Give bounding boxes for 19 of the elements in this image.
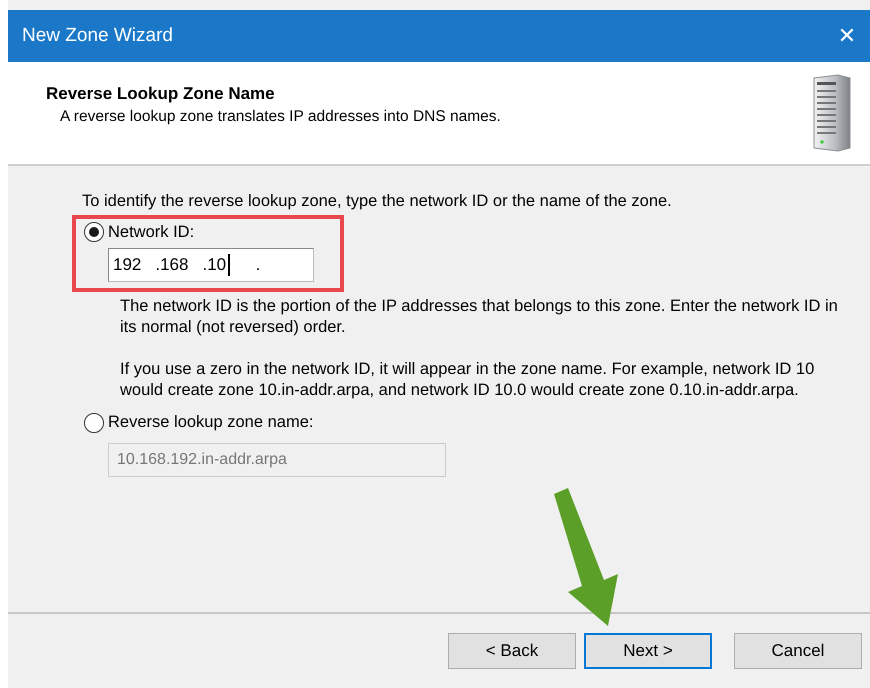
ip-octet-text: 192 [113,255,142,275]
wizard-button[interactable]: Next > [584,633,712,669]
radio-button[interactable] [84,222,104,242]
option-label: Reverse lookup zone name: [108,413,314,432]
page-subtitle: A reverse lookup zone translates IP addresses into DNS names. [60,108,501,126]
close-button[interactable]: ✕ [824,16,870,56]
help-text: If you use a zero in the network ID, it will appear in the zone name. For example, network ID 10 would create zone 10.in-addr.arpa, and network ID 10.0 would create zone 0.10.in-addr.arpa. [120,358,816,402]
radio-button[interactable] [84,412,104,433]
help-text: The network ID is the portion of the IP addresses that belongs to this zone. Enter the network ID in its normal (not reversed) order. [120,296,839,338]
ip-octet-text: .168 [155,255,188,275]
input-field[interactable]: 192 .168 .10 . [108,248,314,282]
window-title: New Zone Wizard [22,25,173,47]
wizard-button[interactable]: Cancel [734,633,862,669]
wizard-button[interactable]: < Back [448,633,576,669]
page-title: Reverse Lookup Zone Name [46,84,276,104]
option-label: Network ID: [108,222,194,242]
ip-octet-text: . [256,255,260,275]
ip-octet-text: .10 [202,255,226,275]
instruction-text: To identify the reverse lookup zone, type the network ID or the name of the zone. [82,192,673,211]
